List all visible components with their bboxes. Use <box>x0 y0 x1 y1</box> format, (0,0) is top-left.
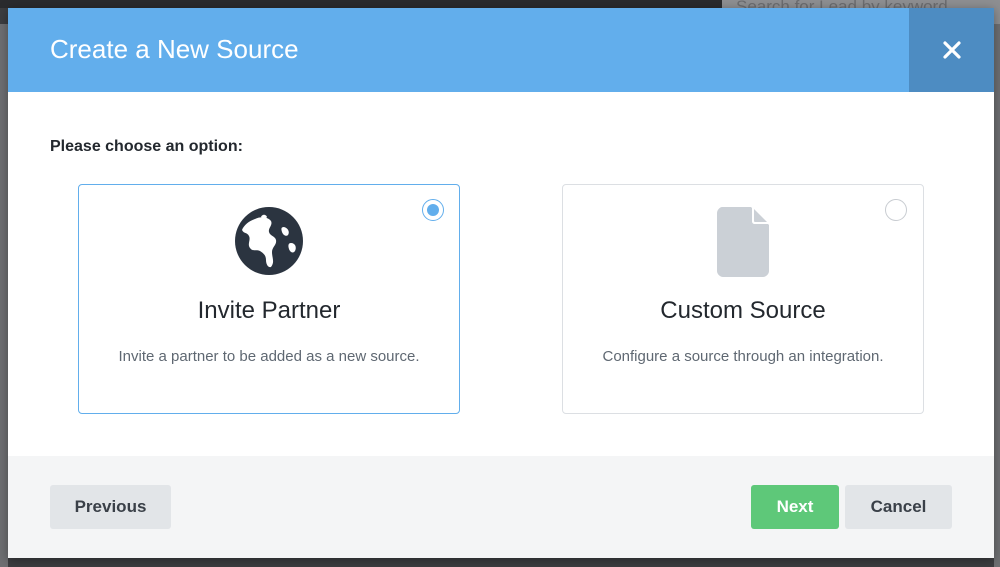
option-title-custom-source: Custom Source <box>660 297 826 324</box>
option-description-invite-partner: Invite a partner to be added as a new so… <box>118 348 420 365</box>
radio-invite-partner[interactable] <box>422 199 444 221</box>
option-description-custom-source: Configure a source through an integratio… <box>602 348 884 365</box>
globe-icon <box>235 207 303 275</box>
option-card-invite-partner[interactable]: Invite Partner Invite a partner to be ad… <box>78 184 460 414</box>
option-prompt: Please choose an option: <box>50 138 243 155</box>
close-icon <box>943 41 961 59</box>
background-right-panel <box>994 24 1000 567</box>
next-button[interactable]: Next <box>751 485 839 529</box>
previous-button[interactable]: Previous <box>50 485 171 529</box>
document-icon <box>717 207 769 277</box>
background-left-panel <box>0 24 8 567</box>
option-card-custom-source[interactable]: Custom Source Configure a source through… <box>562 184 924 414</box>
modal-title: Create a New Source <box>50 34 299 64</box>
radio-custom-source[interactable] <box>885 199 907 221</box>
create-source-modal: Create a New Source Please choose an opt… <box>8 8 994 558</box>
modal-header: Create a New Source <box>8 8 994 92</box>
cancel-button[interactable]: Cancel <box>845 485 952 529</box>
close-button[interactable] <box>909 8 994 92</box>
modal-footer: Previous Next Cancel <box>8 456 994 558</box>
option-title-invite-partner: Invite Partner <box>197 297 341 324</box>
